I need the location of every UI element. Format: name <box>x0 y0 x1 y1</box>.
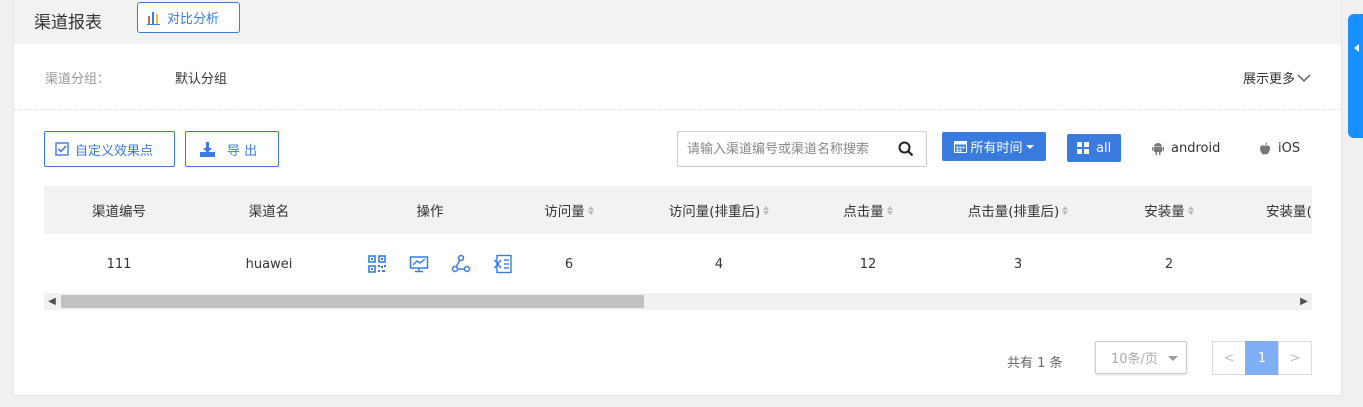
next-page-button[interactable]: > <box>1278 341 1312 375</box>
show-more-label: 展示更多 <box>1242 72 1295 87</box>
checkbox-icon <box>55 142 69 156</box>
sort-icon <box>1062 205 1069 215</box>
caret-down-icon <box>1025 144 1034 149</box>
show-more-toggle[interactable]: 展示更多 <box>1243 68 1311 87</box>
caret-down-icon <box>1168 356 1178 361</box>
platform-filter-android[interactable]: android <box>1152 134 1220 162</box>
channel-table: 渠道编号 渠道名 操作 访问量 访问量(排重后) 点击量 点击量(排重后) 安装… <box>44 186 1312 310</box>
android-icon <box>1152 142 1164 155</box>
search-icon[interactable] <box>898 141 914 157</box>
sort-icon <box>763 205 770 215</box>
table-row: 111 huawei 6 4 12 3 2 <box>44 234 1312 295</box>
page-size-value: 10条/页 <box>1111 352 1158 367</box>
scroll-right-arrow-icon[interactable]: ▶ <box>1297 295 1311 308</box>
custom-effect-point-button[interactable]: 自定义效果点 <box>44 131 175 167</box>
total-count: 共有 1 条 <box>1007 356 1063 371</box>
page-number-current[interactable]: 1 <box>1245 341 1279 375</box>
platform-android-label: android <box>1171 140 1221 156</box>
sort-icon <box>886 205 893 215</box>
table-header: 渠道编号 渠道名 操作 访问量 访问量(排重后) 点击量 点击量(排重后) 安装… <box>44 186 1312 234</box>
export-label: 导 出 <box>227 143 258 159</box>
platform-all-label: all <box>1096 140 1112 156</box>
time-range-dropdown[interactable]: 所有时间 <box>942 132 1046 161</box>
scrollbar-thumb[interactable] <box>61 295 644 308</box>
time-range-label: 所有时间 <box>970 141 1023 156</box>
cell-visits: 6 <box>564 256 574 272</box>
bar-chart-icon <box>147 11 160 25</box>
page-title: 渠道报表 <box>34 13 102 33</box>
horizontal-scrollbar[interactable]: ◀ ▶ <box>44 293 1312 310</box>
arrow-left-icon <box>1354 44 1359 52</box>
header-channel-name: 渠道名 <box>248 204 290 220</box>
monitor-chart-icon[interactable] <box>409 254 429 274</box>
download-icon <box>200 141 215 157</box>
header-clicks-dedup-label: 点击量(排重后) <box>967 204 1060 220</box>
cell-clicks-dedup: 3 <box>1013 256 1023 272</box>
header-visits[interactable]: 访问量 <box>516 186 622 234</box>
header-installs-dedup[interactable]: 安装量( <box>1222 186 1312 234</box>
report-card: 渠道报表 对比分析 渠道分组： 默认分组 展示更多 自定义效果点 导 出 请输入… <box>13 0 1342 396</box>
sort-icon <box>1187 205 1194 215</box>
scroll-left-arrow-icon[interactable]: ◀ <box>45 295 59 308</box>
header-visits-dedup-label: 访问量(排重后) <box>668 204 761 220</box>
sort-icon <box>587 205 594 215</box>
compare-analysis-label: 对比分析 <box>167 12 220 27</box>
header-installs-label: 安装量 <box>1144 204 1185 220</box>
export-button[interactable]: 导 出 <box>185 131 279 167</box>
calendar-icon <box>954 141 968 153</box>
header-clicks[interactable]: 点击量 <box>816 186 920 234</box>
page-size-select[interactable]: 10条/页 <box>1095 341 1187 374</box>
cell-clicks: 12 <box>859 256 877 272</box>
channel-search-box <box>677 131 927 167</box>
cell-visits-dedup: 4 <box>714 256 724 272</box>
compare-analysis-button[interactable]: 对比分析 <box>137 2 240 33</box>
grid-icon <box>1077 142 1089 154</box>
header-clicks-dedup[interactable]: 点击量(排重后) <box>920 186 1116 234</box>
cell-installs: 2 <box>1164 256 1174 272</box>
cell-channel-id: 111 <box>106 256 132 272</box>
qrcode-icon[interactable] <box>367 254 387 274</box>
platform-filter-all[interactable]: all <box>1067 134 1122 162</box>
header-channel-id: 渠道编号 <box>92 204 146 220</box>
cell-channel-name: huawei <box>245 256 293 272</box>
page-header: 渠道报表 对比分析 <box>14 0 1341 44</box>
prev-page-button[interactable]: < <box>1212 341 1246 375</box>
share-icon[interactable] <box>451 254 471 274</box>
channel-search-input[interactable] <box>687 141 892 157</box>
group-label: 渠道分组： <box>45 72 111 87</box>
platform-ios-label: iOS <box>1278 140 1301 156</box>
header-clicks-label: 点击量 <box>843 204 884 220</box>
chevron-down-icon <box>1297 74 1311 82</box>
header-visits-dedup[interactable]: 访问量(排重后) <box>622 186 816 234</box>
custom-effect-point-label: 自定义效果点 <box>75 143 154 159</box>
apple-icon <box>1260 142 1270 154</box>
group-option-default[interactable]: 默认分组 <box>175 68 227 87</box>
platform-filter-ios[interactable]: iOS <box>1259 134 1300 162</box>
header-actions: 操作 <box>416 204 444 220</box>
cell-actions <box>354 234 526 294</box>
excel-export-icon[interactable] <box>493 254 513 274</box>
header-installs[interactable]: 安装量 <box>1116 186 1222 234</box>
side-drawer-tab[interactable] <box>1348 14 1363 138</box>
header-visits-label: 访问量 <box>544 204 585 220</box>
group-filter-row: 渠道分组： 默认分组 展示更多 <box>14 44 1341 110</box>
